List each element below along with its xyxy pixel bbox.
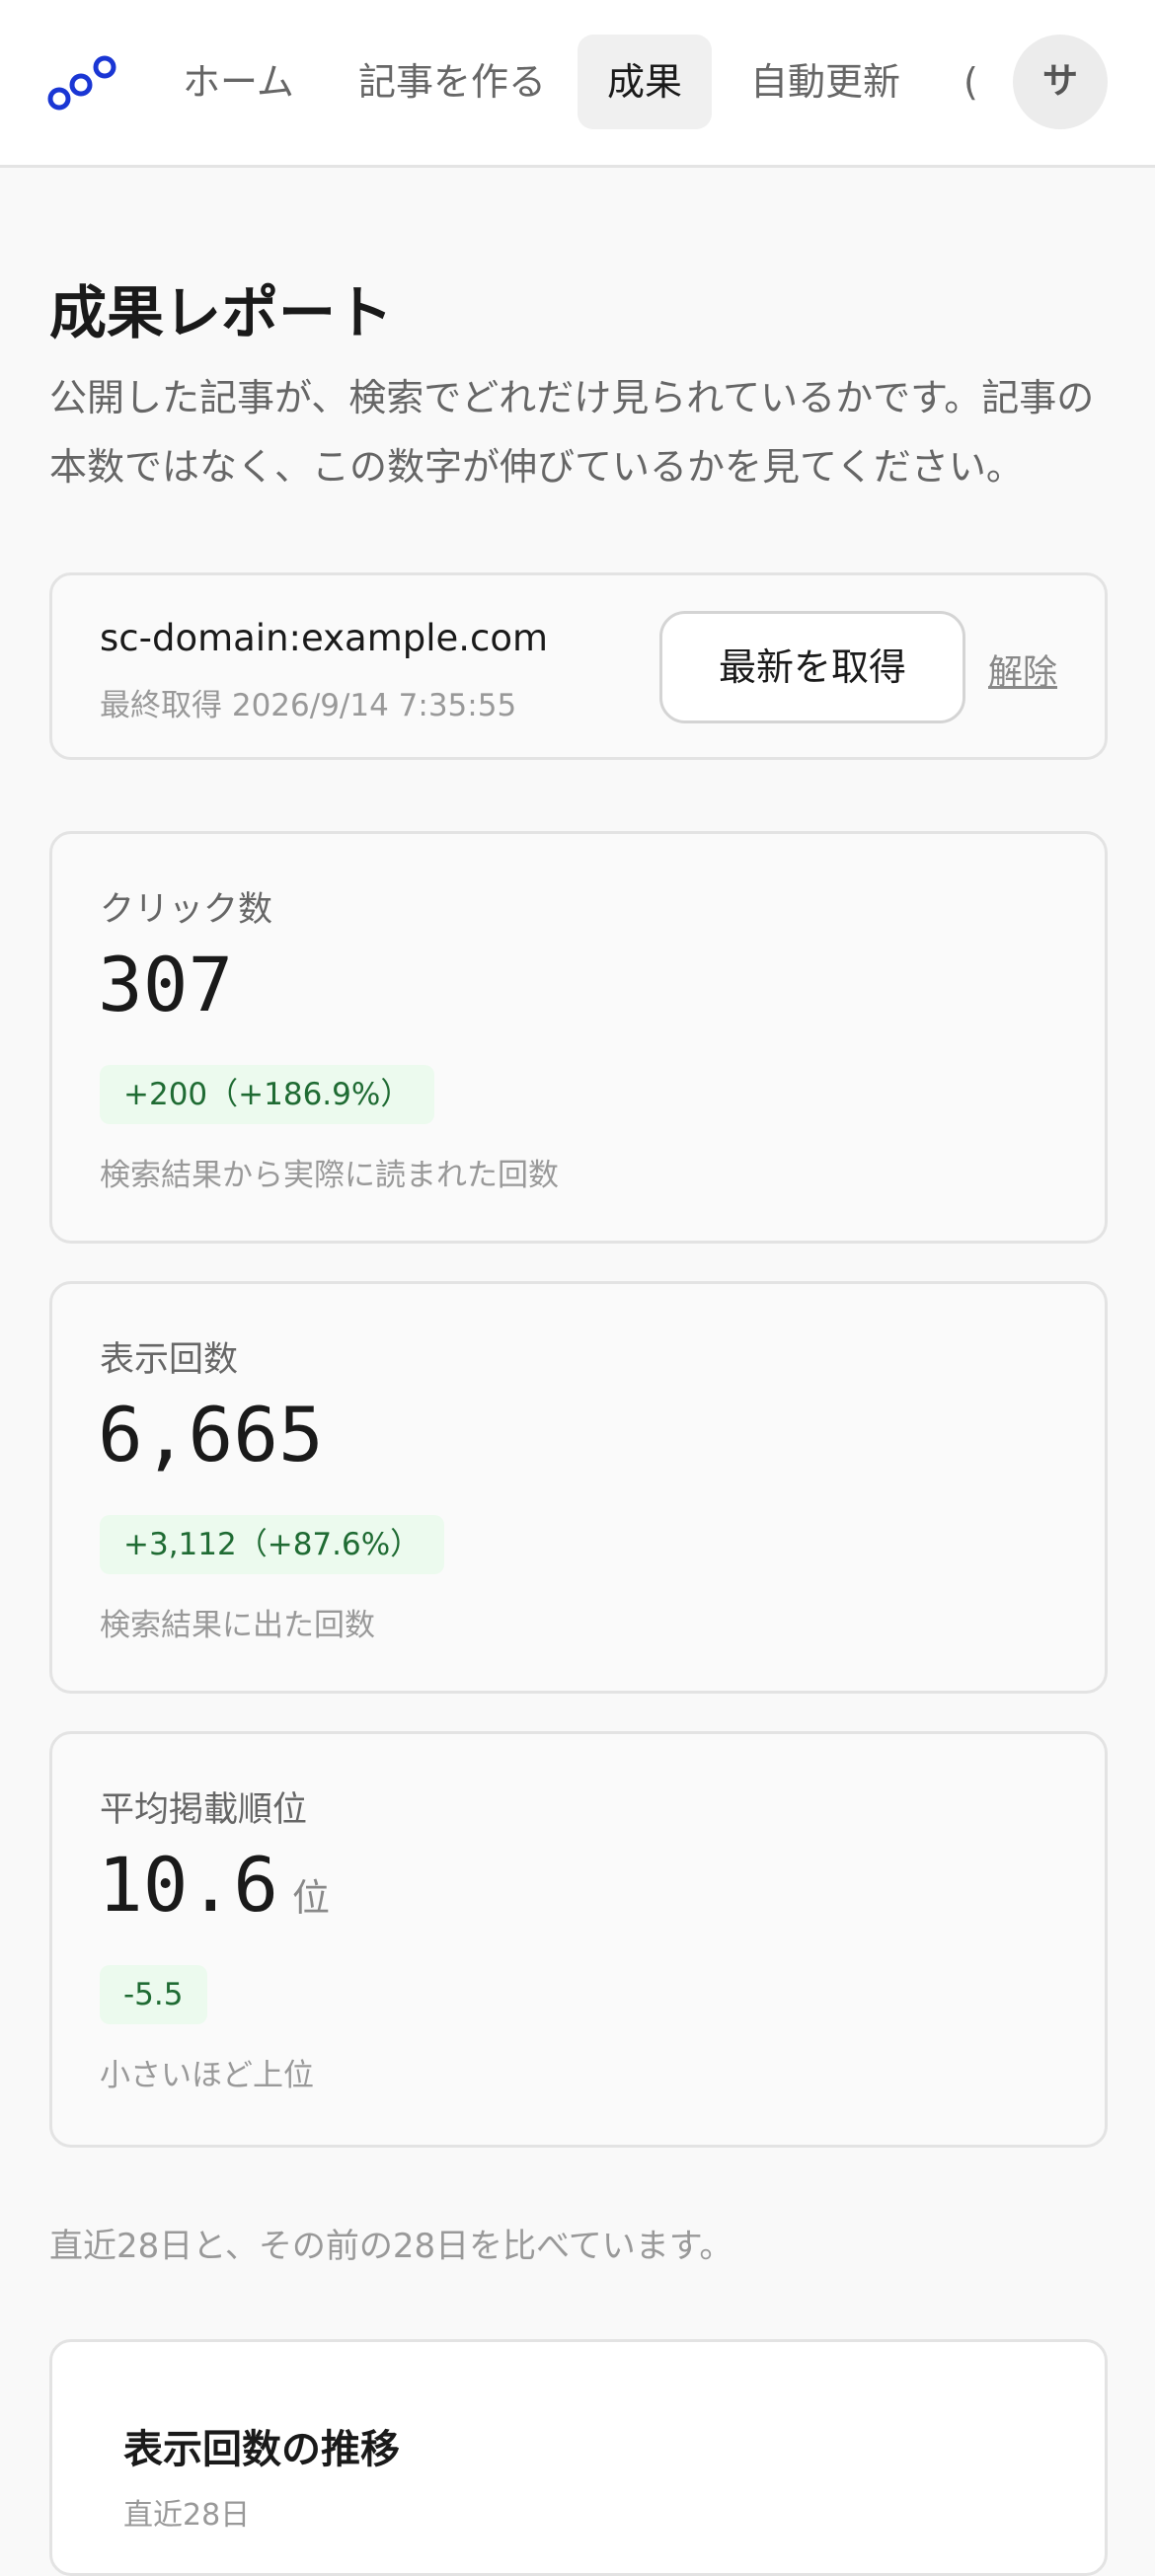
unlink-link[interactable]: 解除 bbox=[988, 644, 1057, 695]
fetch-latest-button[interactable]: 最新を取得 bbox=[659, 611, 965, 723]
page-title: 成果レポート bbox=[49, 279, 394, 346]
metric-note: 検索結果から実際に読まれた回数 bbox=[100, 1158, 559, 1193]
property-domain: sc-domain:example.com bbox=[100, 617, 549, 659]
last-fetched-time: 最終取得 2026/9/14 7:35:55 bbox=[100, 688, 517, 723]
comparison-note: 直近28日と、その前の28日を比べています。 bbox=[49, 2227, 733, 2266]
metric-delta-badge: +3,112（+87.6%） bbox=[100, 1515, 445, 1574]
avatar[interactable]: サ bbox=[1013, 35, 1108, 129]
metric-card-impressions: 表示回数 6,665 +3,112（+87.6%） 検索結果に出た回数 bbox=[49, 1281, 1108, 1694]
top-header: ホーム 記事を作る 成果 自動更新 ( サ bbox=[0, 0, 1155, 168]
metric-note: 小さいほど上位 bbox=[100, 2058, 314, 2093]
chart-title: 表示回数の推移 bbox=[123, 2427, 400, 2472]
metric-number: 6,665 bbox=[98, 1391, 324, 1478]
chart-subtitle: 直近28日 bbox=[123, 2498, 251, 2533]
nav-overflow-item[interactable]: ( bbox=[963, 35, 987, 129]
metric-value: 6,665 bbox=[98, 1391, 324, 1478]
metric-note: 検索結果に出た回数 bbox=[100, 1608, 375, 1643]
nav-create-article[interactable]: 記事を作る bbox=[329, 35, 576, 129]
metric-delta-badge: -5.5 bbox=[100, 1965, 207, 2024]
metric-unit: 位 bbox=[292, 1876, 331, 1920]
metric-value: 10.6 位 bbox=[98, 1841, 330, 1929]
metric-delta-badge: +200（+186.9%） bbox=[100, 1065, 435, 1124]
nav-home[interactable]: ホーム bbox=[153, 35, 324, 129]
three-circles-logo-icon[interactable] bbox=[43, 49, 122, 118]
metric-card-clicks: クリック数 307 +200（+186.9%） 検索結果から実際に読まれた回数 bbox=[49, 831, 1108, 1244]
metric-label: クリック数 bbox=[100, 890, 273, 930]
metric-number: 10.6 bbox=[98, 1841, 279, 1929]
metric-number: 307 bbox=[98, 941, 234, 1028]
metric-label: 表示回数 bbox=[100, 1340, 239, 1380]
property-card: sc-domain:example.com 最終取得 2026/9/14 7:3… bbox=[49, 572, 1108, 760]
metric-value: 307 bbox=[98, 941, 233, 1028]
page-description: 公開した記事が、検索でどれだけ見られているかです。記事の本数ではなく、この数字が… bbox=[49, 376, 1095, 489]
impressions-trend-card: 表示回数の推移 直近28日 bbox=[49, 2339, 1108, 2576]
nav-auto-update[interactable]: 自動更新 bbox=[721, 35, 930, 129]
metric-label: 平均掲載順位 bbox=[100, 1790, 308, 1830]
nav-results[interactable]: 成果 bbox=[578, 35, 713, 129]
metric-card-average-position: 平均掲載順位 10.6 位 -5.5 小さいほど上位 bbox=[49, 1731, 1108, 2148]
